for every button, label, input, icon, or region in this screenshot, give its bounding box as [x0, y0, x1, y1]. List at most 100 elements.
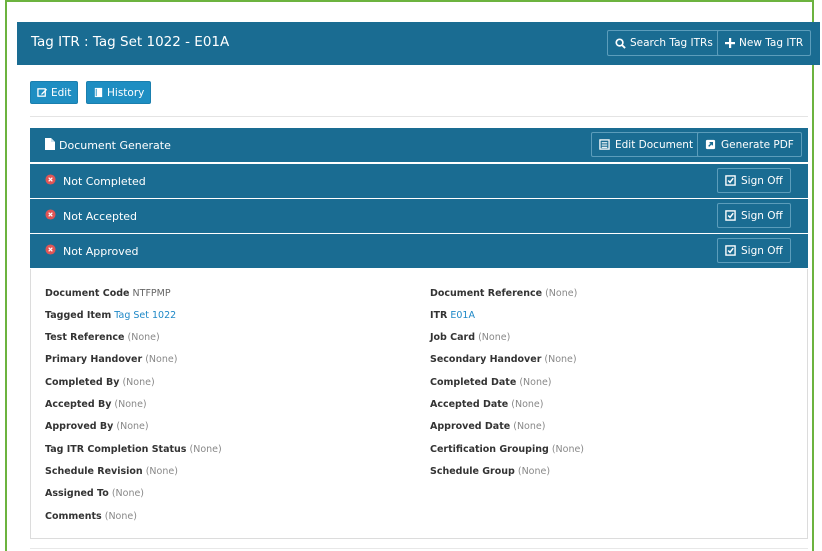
field-value: (None): [513, 421, 546, 432]
field-label: Tag ITR Completion Status: [45, 444, 187, 455]
field-label: Schedule Revision: [45, 466, 143, 477]
document-icon: [45, 138, 55, 150]
status-x-icon: [45, 244, 56, 255]
tagged-item-link[interactable]: Tag Set 1022: [114, 310, 176, 321]
details-panel: Document Code NTFPMP Tagged Item Tag Set…: [30, 269, 808, 539]
field-value: (None): [517, 466, 551, 477]
primary-handover-field: Primary Handover (None): [45, 354, 177, 365]
new-tag-itr-label: New Tag ITR: [739, 37, 804, 49]
field-value: (None): [478, 332, 511, 343]
field-value: (None): [545, 288, 578, 299]
sign-off-label: Sign Off: [741, 244, 783, 257]
divider: [30, 548, 808, 549]
field-value: (None): [511, 399, 544, 410]
edit-document-label: Edit Document: [615, 138, 694, 151]
history-label: History: [107, 86, 145, 99]
status-x-icon: [45, 174, 56, 185]
edit-label: Edit: [51, 86, 72, 99]
approved-date-field: Approved Date (None): [430, 421, 545, 432]
field-value: (None): [189, 444, 222, 455]
field-value: (None): [111, 488, 145, 499]
new-tag-itr-button[interactable]: New Tag ITR: [717, 30, 812, 56]
check-square-icon: [725, 245, 736, 256]
field-value: (None): [551, 444, 585, 455]
field-label: Secondary Handover: [430, 354, 542, 365]
secondary-handover-field: Secondary Handover (None): [430, 354, 577, 365]
search-tag-itrs-label: Search Tag ITRs: [630, 37, 713, 49]
sign-off-label: Sign Off: [741, 209, 783, 222]
completed-by-field: Completed By (None): [45, 377, 155, 388]
check-square-icon: [725, 210, 736, 221]
field-label: Schedule Group: [430, 466, 515, 477]
field-label: Accepted By: [45, 399, 112, 410]
field-label: Completed Date: [430, 377, 517, 388]
field-label: Document Code: [45, 288, 130, 299]
sign-off-label: Sign Off: [741, 174, 783, 187]
field-label: Certification Grouping: [430, 444, 549, 455]
not-accepted-panel: Not Accepted Sign Off: [30, 199, 808, 233]
field-value: (None): [104, 511, 137, 522]
document-edit-icon: [599, 139, 610, 150]
generate-pdf-label: Generate PDF: [721, 138, 794, 151]
sign-off-approved-button[interactable]: Sign Off: [717, 238, 791, 263]
document-code-field: Document Code NTFPMP: [45, 288, 171, 299]
edit-document-button[interactable]: Edit Document: [591, 132, 702, 157]
field-value: (None): [116, 421, 149, 432]
history-button[interactable]: History: [86, 81, 152, 104]
not-completed-panel: Not Completed Sign Off: [30, 164, 808, 198]
test-reference-field: Test Reference (None): [45, 332, 160, 343]
completed-date-field: Completed Date (None): [430, 377, 552, 388]
tagged-item-field: Tagged Item Tag Set 1022: [45, 310, 176, 321]
divider: [30, 116, 808, 117]
field-value: (None): [122, 377, 155, 388]
field-label: Job Card: [430, 332, 476, 343]
field-value: (None): [145, 466, 178, 477]
approved-by-field: Approved By (None): [45, 421, 149, 432]
plus-icon: [725, 38, 735, 48]
accepted-date-field: Accepted Date (None): [430, 399, 543, 410]
not-approved-panel: Not Approved Sign Off: [30, 234, 808, 268]
field-value: (None): [519, 377, 552, 388]
document-generate-panel: Document Generate Edit Document Generate…: [30, 128, 808, 162]
search-icon: [615, 37, 626, 49]
accepted-by-field: Accepted By (None): [45, 399, 147, 410]
not-completed-label: Not Completed: [63, 175, 146, 188]
edit-button[interactable]: Edit: [30, 81, 79, 104]
field-label: Tagged Item: [45, 310, 112, 321]
job-card-field: Job Card (None): [430, 332, 510, 343]
field-label: Assigned To: [45, 488, 109, 499]
field-label: Approved By: [45, 421, 114, 432]
not-approved-label: Not Approved: [63, 245, 139, 258]
status-x-icon: [45, 209, 56, 220]
schedule-revision-field: Schedule Revision (None): [45, 466, 178, 477]
field-label: ITR: [430, 310, 448, 321]
page-header: Tag ITR : Tag Set 1022 - E01A Search Tag…: [17, 22, 820, 65]
search-tag-itrs-button[interactable]: Search Tag ITRs: [607, 30, 721, 56]
assigned-to-field: Assigned To (None): [45, 488, 144, 499]
field-label: Document Reference: [430, 288, 543, 299]
edit-icon: [37, 88, 48, 97]
field-value: (None): [145, 354, 178, 365]
sign-off-accepted-button[interactable]: Sign Off: [717, 203, 791, 228]
itr-field: ITR E01A: [430, 310, 475, 321]
field-label: Accepted Date: [430, 399, 509, 410]
field-value: (None): [127, 332, 160, 343]
sign-off-completed-button[interactable]: Sign Off: [717, 168, 791, 193]
page-title: Tag ITR : Tag Set 1022 - E01A: [31, 34, 230, 50]
field-label: Primary Handover: [45, 354, 143, 365]
book-icon: [94, 87, 103, 98]
comments-field: Comments (None): [45, 511, 137, 522]
document-reference-field: Document Reference (None): [430, 288, 577, 299]
document-generate-label: Document Generate: [59, 139, 171, 152]
completion-status-field: Tag ITR Completion Status (None): [45, 444, 222, 455]
not-accepted-label: Not Accepted: [63, 210, 138, 223]
field-label: Test Reference: [45, 332, 125, 343]
field-label: Approved Date: [430, 421, 511, 432]
schedule-group-field: Schedule Group (None): [430, 466, 550, 477]
field-label: Comments: [45, 511, 102, 522]
check-square-icon: [725, 175, 736, 186]
field-label: Completed By: [45, 377, 120, 388]
itr-link[interactable]: E01A: [450, 310, 475, 321]
field-value: (None): [544, 354, 577, 365]
generate-pdf-button[interactable]: Generate PDF: [697, 132, 802, 157]
